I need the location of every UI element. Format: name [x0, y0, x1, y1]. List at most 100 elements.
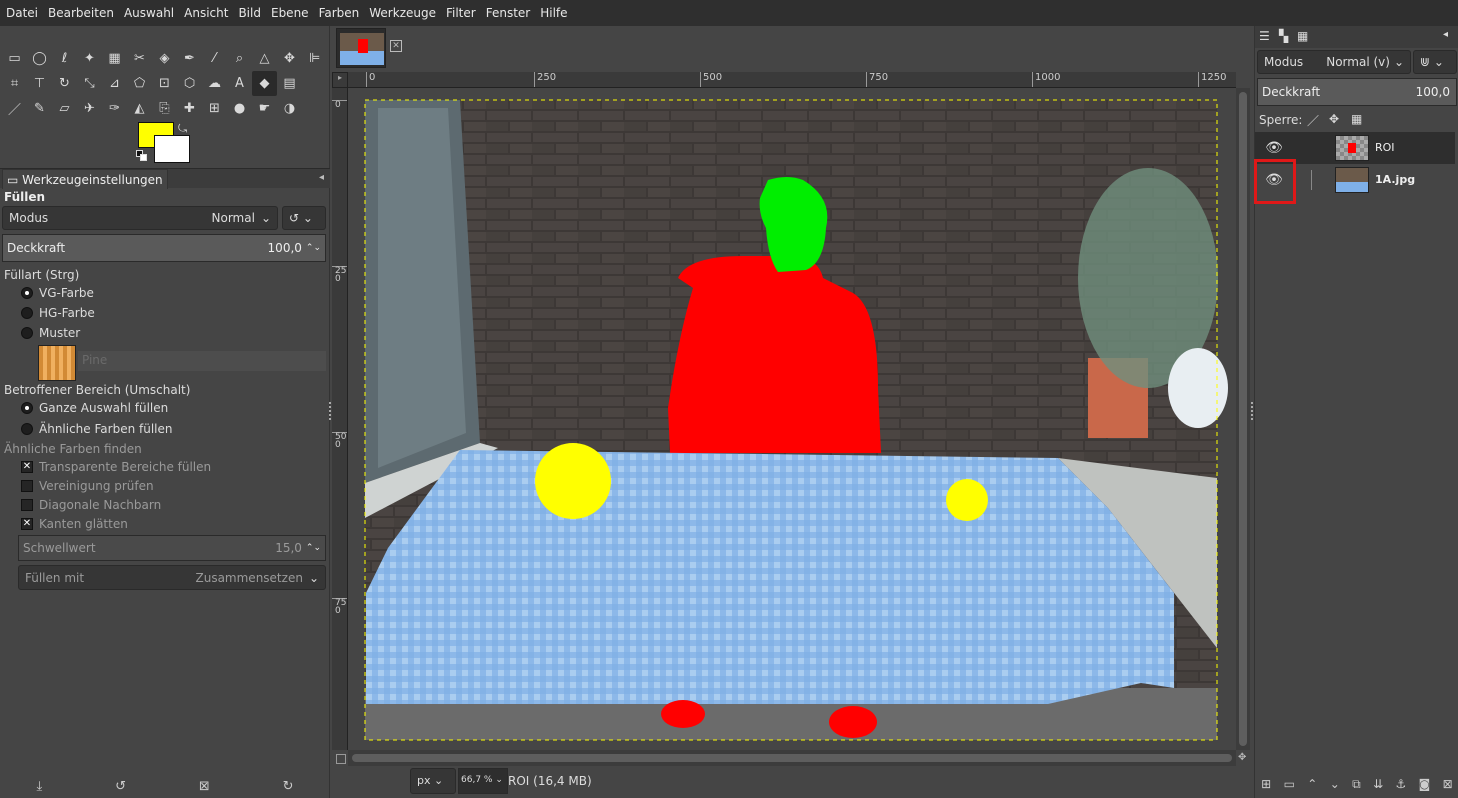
reset-colors-icon[interactable] [136, 150, 148, 162]
close-icon[interactable]: ✕ [390, 40, 402, 52]
mode-combo[interactable]: Modus Normal ⌄ [2, 206, 278, 230]
background-color[interactable] [154, 135, 190, 163]
new-layer-icon[interactable]: ⊞ [1261, 777, 1271, 791]
pencil-icon[interactable]: ／ [2, 96, 27, 121]
quick-mask-toggle[interactable]: ▸ [332, 72, 348, 88]
layer-composite-combo[interactable]: ⋓ ⌄ [1413, 50, 1457, 74]
scroll-thumb[interactable] [352, 754, 1232, 762]
fuzzy-select-icon[interactable]: ✦ [77, 46, 102, 71]
lock-alpha-icon[interactable]: ▦ [1351, 112, 1362, 126]
foreground-select-icon[interactable]: ◈ [152, 46, 177, 71]
area-similar-colors[interactable]: Ähnliche Farben füllen [39, 422, 172, 436]
3d-transform-icon[interactable]: ⊡ [152, 71, 177, 96]
check-diagonal[interactable] [21, 499, 33, 511]
horizontal-scrollbar[interactable] [348, 750, 1236, 766]
swap-colors-icon[interactable]: ⤿ [178, 122, 187, 136]
zoom-icon[interactable]: ⌕ [227, 46, 252, 71]
check-merged[interactable] [21, 480, 33, 492]
paths-icon[interactable]: ✒ [177, 46, 202, 71]
layers-tab-icon[interactable]: ☰ [1259, 29, 1270, 43]
blur-icon[interactable]: ● [227, 96, 252, 121]
unified-transform-icon[interactable]: ⊤ [27, 71, 52, 96]
opacity-spinner[interactable]: Deckkraft 100,0 ⌃⌄ [2, 234, 326, 262]
menu-werkzeuge[interactable]: Werkzeuge [369, 6, 436, 20]
navigate-icon[interactable]: ✥ [1238, 752, 1246, 763]
scissors-icon[interactable]: ✂ [127, 46, 152, 71]
restore-options-icon[interactable]: ↺ [115, 779, 126, 794]
menu-farben[interactable]: Farben [319, 6, 360, 20]
scroll-thumb[interactable] [1239, 92, 1247, 746]
perspective-icon[interactable]: ⬠ [127, 71, 152, 96]
area-whole-selection[interactable]: Ganze Auswahl füllen [39, 401, 168, 415]
check-antialias[interactable]: ✕ [21, 518, 33, 530]
reset-options-icon[interactable]: ↻ [283, 779, 294, 794]
eraser-icon[interactable]: ▱ [52, 96, 77, 121]
spin-arrows-icon[interactable]: ⌃⌄ [306, 243, 321, 253]
radio-pattern[interactable] [21, 327, 33, 339]
visibility-eye-icon[interactable]: 👁 [1263, 140, 1285, 156]
fill-with-combo[interactable]: Füllen mit Zusammensetzen ⌄ [18, 565, 326, 590]
quick-mask-icon[interactable] [336, 754, 346, 764]
color-picker-icon[interactable]: ⁄ [202, 46, 227, 71]
pattern-preview[interactable] [38, 345, 76, 381]
menu-auswahl[interactable]: Auswahl [124, 6, 174, 20]
scale-icon[interactable]: ⤡ [77, 71, 102, 96]
duplicate-layer-icon[interactable]: ⧉ [1352, 777, 1361, 792]
layer-mode-combo[interactable]: Modus Normal (v) ⌄ [1257, 50, 1411, 74]
smudge-icon[interactable]: ☛ [252, 96, 277, 121]
anchor-icon[interactable]: ⚓ [1396, 777, 1407, 791]
chain-link-icon[interactable] [1311, 170, 1312, 190]
lower-layer-icon[interactable]: ⌄ [1330, 777, 1340, 791]
rect-select-icon[interactable]: ▭ [2, 46, 27, 71]
ink-icon[interactable]: ✑ [102, 96, 127, 121]
align-icon[interactable]: ⊫ [302, 46, 327, 71]
paintbrush-icon[interactable]: ✎ [27, 96, 52, 121]
layer-name[interactable]: ROI [1375, 141, 1395, 154]
fill-type-pattern[interactable]: Muster [39, 326, 80, 340]
unit-combo[interactable]: px ⌄ [410, 768, 456, 794]
dodge-burn-icon[interactable]: ◑ [277, 96, 302, 121]
mypaint-brush-icon[interactable]: ◭ [127, 96, 152, 121]
check-transparent[interactable]: ✕ [21, 461, 33, 473]
new-group-icon[interactable]: ▭ [1284, 777, 1295, 791]
menu-bild[interactable]: Bild [238, 6, 261, 20]
measure-icon[interactable]: △ [252, 46, 277, 71]
bucket-fill-icon[interactable]: ◆ [252, 71, 277, 96]
paths-tab-icon[interactable]: ▦ [1297, 29, 1308, 43]
layer-name[interactable]: 1A.jpg [1375, 173, 1415, 186]
menu-bearbeiten[interactable]: Bearbeiten [48, 6, 114, 20]
delete-options-icon[interactable]: ⊠ [199, 779, 210, 794]
vertical-scrollbar[interactable] [1236, 88, 1250, 750]
spin-arrows-icon[interactable]: ⌃⌄ [306, 543, 321, 553]
lock-pixels-icon[interactable]: ／ [1307, 112, 1319, 129]
text-icon[interactable]: A [227, 71, 252, 96]
move-icon[interactable]: ✥ [277, 46, 302, 71]
threshold-spinner[interactable]: Schwellwert 15,0 ⌃⌄ [18, 535, 326, 561]
merge-down-icon[interactable]: ⇊ [1373, 777, 1383, 791]
crop-icon[interactable]: ⌗ [2, 71, 27, 96]
lock-position-icon[interactable]: ✥ [1329, 112, 1339, 126]
menu-hilfe[interactable]: Hilfe [540, 6, 567, 20]
rotate-icon[interactable]: ↻ [52, 71, 77, 96]
delete-layer-icon[interactable]: ⊠ [1443, 777, 1453, 791]
tab-tool-options[interactable]: ▭ Werkzeugeinstellungen [2, 169, 168, 189]
save-options-icon[interactable]: ⤓ [36, 779, 42, 794]
heal-icon[interactable]: ✚ [177, 96, 202, 121]
fill-type-bg[interactable]: HG-Farbe [39, 306, 95, 320]
shear-icon[interactable]: ⊿ [102, 71, 127, 96]
cage-icon[interactable]: ⬡ [177, 71, 202, 96]
tab-menu-icon[interactable]: ◂ [1443, 29, 1448, 40]
menu-ebene[interactable]: Ebene [271, 6, 309, 20]
layer-opacity-spinner[interactable]: Deckkraft 100,0 [1257, 78, 1457, 106]
channels-tab-icon[interactable]: ▚ [1279, 29, 1288, 43]
lasso-icon[interactable]: ℓ [52, 46, 77, 71]
radio-similar-colors[interactable] [21, 423, 33, 435]
radio-whole-selection[interactable] [21, 402, 33, 414]
image-canvas[interactable] [348, 88, 1236, 750]
select-by-color-icon[interactable]: ▦ [102, 46, 127, 71]
perspective-clone-icon[interactable]: ⊞ [202, 96, 227, 121]
radio-bg-color[interactable] [21, 307, 33, 319]
menu-filter[interactable]: Filter [446, 6, 476, 20]
radio-fg-color[interactable] [21, 287, 33, 299]
mode-reset-combo[interactable]: ↺ ⌄ [282, 206, 326, 230]
